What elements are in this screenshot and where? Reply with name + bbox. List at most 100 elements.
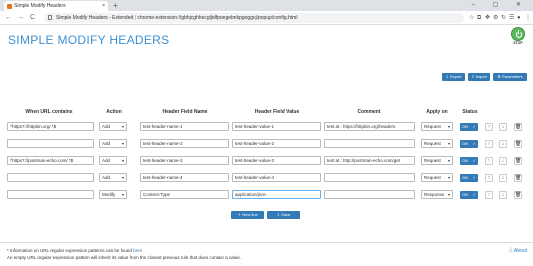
extension-icon-3[interactable]: ⚙ <box>493 14 498 22</box>
regex-help-link[interactable]: here <box>133 248 142 253</box>
header-field-name-input[interactable]: test-header-name-4 <box>140 173 229 182</box>
move-down-button[interactable]: ↓ <box>499 190 507 199</box>
comment-input[interactable]: test at : http://postman-echo.com/get <box>324 156 415 165</box>
action-value: Add <box>102 158 111 163</box>
comment-input[interactable] <box>324 190 415 199</box>
window-controls[interactable]: – ▢ ✕ <box>472 0 529 10</box>
arrow-up-icon: ↑ <box>487 123 491 130</box>
header-field-name-input[interactable]: Content-Type <box>140 190 229 199</box>
status-toggle-button[interactable]: ON ✓ <box>460 156 478 165</box>
check-icon: ✓ <box>472 191 476 197</box>
chevron-down-icon: ▾ <box>121 175 124 180</box>
header-field-value-input[interactable]: application/json <box>232 190 321 199</box>
chevron-down-icon: ▾ <box>447 124 450 129</box>
url-input[interactable]: Simple Modify Headers - Extended | chrom… <box>44 13 464 23</box>
status-toggle-button[interactable]: ON ✓ <box>460 173 478 182</box>
url-pattern-input[interactable] <box>7 173 94 182</box>
url-pattern-input[interactable] <box>7 139 94 148</box>
forward-arrow-icon[interactable]: → <box>17 13 24 23</box>
extension-icon-2[interactable]: ✥ <box>485 14 490 22</box>
footer-empty-note: An empty URL regular expression pattern … <box>7 255 241 260</box>
arrow-down-icon: ↓ <box>501 123 505 130</box>
header-field-value-input[interactable]: test-header-value-2 <box>232 139 321 148</box>
export-button[interactable]: ⇩ Export <box>442 73 465 81</box>
footer-info: * Information on URL regular expression … <box>7 248 142 253</box>
stop-label: STOP <box>513 41 523 45</box>
move-up-button[interactable]: ↑ <box>485 122 493 131</box>
header-field-name-input[interactable]: test-header-name-3 <box>140 156 229 165</box>
parameters-button[interactable]: ⚙ Parameters <box>493 73 527 81</box>
about-link[interactable]: ⓘAbout <box>509 247 527 254</box>
new-line-label: New line <box>242 212 258 217</box>
action-select[interactable]: Modify ▾ <box>99 190 127 199</box>
browser-tab[interactable]: Simple Modify Headers × <box>4 1 108 11</box>
header-field-value-input[interactable]: test-header-value-3 <box>232 156 321 165</box>
stop-power-button[interactable] <box>511 27 525 41</box>
move-up-button[interactable]: ↑ <box>485 190 493 199</box>
address-bar-row: ← → C Simple Modify Headers - Extended |… <box>0 11 533 25</box>
apply-on-select[interactable]: Request ▾ <box>421 156 453 165</box>
check-icon: ✓ <box>472 174 476 180</box>
extension-icon-5[interactable]: ☰ <box>509 14 514 22</box>
delete-row-button[interactable]: 🗑 <box>514 173 522 182</box>
extension-icon-1[interactable]: ⧉ <box>477 14 481 22</box>
move-down-button[interactable]: ↓ <box>499 173 507 182</box>
new-line-button[interactable]: ＋ New line <box>231 211 264 219</box>
header-field-name-input[interactable]: test-header-name-2 <box>140 139 229 148</box>
delete-row-button[interactable]: 🗑 <box>514 190 522 199</box>
url-pattern-input[interactable] <box>7 190 94 199</box>
extension-favicon-icon <box>7 4 12 9</box>
apply-on-select[interactable]: Request ▾ <box>421 139 453 148</box>
status-label: ON <box>462 140 468 146</box>
reload-icon[interactable]: C <box>30 13 35 23</box>
import-button[interactable]: ⇧ Import <box>468 73 490 81</box>
move-up-button[interactable]: ↑ <box>485 156 493 165</box>
comment-input[interactable] <box>324 173 415 182</box>
apply-on-select[interactable]: Request ▾ <box>421 173 453 182</box>
bookmark-star-icon[interactable]: ☆ <box>469 14 474 22</box>
move-down-button[interactable]: ↓ <box>499 139 507 148</box>
action-value: Modify <box>102 192 116 197</box>
header-field-value-input[interactable]: test-header-value-4 <box>232 173 321 182</box>
arrow-down-icon: ↓ <box>501 174 505 181</box>
delete-row-button[interactable]: 🗑 <box>514 122 522 131</box>
comment-input[interactable] <box>324 139 415 148</box>
url-pattern-input[interactable]: ^https?://postman-echo.com/.*$ <box>7 156 94 165</box>
comment-input[interactable]: test at : https://httpbin.org/headers <box>324 122 415 131</box>
action-select[interactable]: Add ▾ <box>99 122 127 131</box>
apply-on-select[interactable]: Response ▾ <box>421 190 453 199</box>
move-down-button[interactable]: ↓ <box>499 122 507 131</box>
move-up-button[interactable]: ↑ <box>485 139 493 148</box>
chevron-down-icon: ▾ <box>447 158 450 163</box>
export-label: Export <box>449 74 462 79</box>
header-field-name-input[interactable]: test-header-name-1 <box>140 122 229 131</box>
header-field-value-input[interactable]: test-header-value-1 <box>232 122 321 131</box>
check-icon: ✓ <box>472 157 476 163</box>
menu-kebab-icon[interactable]: ⋮ <box>525 14 531 22</box>
column-header-field-value: Header Field Value <box>254 109 300 115</box>
delete-row-button[interactable]: 🗑 <box>514 156 522 165</box>
url-pattern-input[interactable]: ^https?://httpbin.org/.*$ <box>7 122 94 131</box>
extension-icon-4[interactable]: ↻ <box>501 14 506 22</box>
action-select[interactable]: Add ▾ <box>99 139 127 148</box>
status-toggle-button[interactable]: ON ✓ <box>460 139 478 148</box>
footer-divider <box>0 242 533 243</box>
status-toggle-button[interactable]: ON ✓ <box>460 190 478 199</box>
apply-on-select[interactable]: Request ▾ <box>421 122 453 131</box>
chevron-down-icon: ▾ <box>447 175 450 180</box>
profile-avatar-icon[interactable]: ● <box>517 14 521 22</box>
action-select[interactable]: Add ▾ <box>99 173 127 182</box>
move-down-button[interactable]: ↓ <box>499 156 507 165</box>
column-header-field-name: Header Field Name <box>162 109 208 115</box>
status-toggle-button[interactable]: ON ✓ <box>460 122 478 131</box>
delete-row-button[interactable]: 🗑 <box>514 139 522 148</box>
close-tab-icon[interactable]: × <box>102 1 105 11</box>
check-icon: ✓ <box>472 140 476 146</box>
import-label: Import <box>475 74 487 79</box>
back-arrow-icon[interactable]: ← <box>5 13 12 23</box>
save-button[interactable]: ⇩ Save <box>267 211 300 219</box>
move-up-button[interactable]: ↑ <box>485 173 493 182</box>
action-select[interactable]: Add ▾ <box>99 156 127 165</box>
new-tab-button[interactable]: + <box>113 0 118 11</box>
apply-on-value: Response <box>424 192 445 197</box>
